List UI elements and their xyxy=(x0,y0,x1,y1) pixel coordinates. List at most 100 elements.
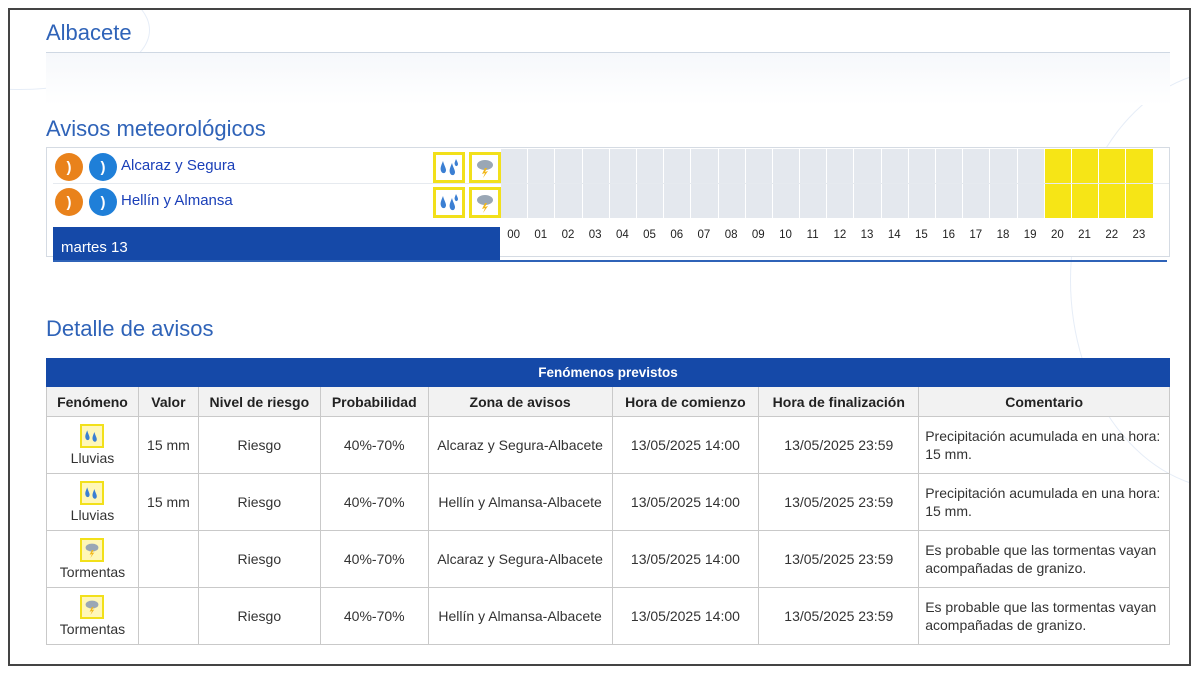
hour-cell-warning[interactable] xyxy=(1099,184,1127,218)
start-cell: 13/05/2025 14:00 xyxy=(611,473,760,531)
hour-label: 01 xyxy=(534,229,548,241)
rain-icon[interactable] xyxy=(433,152,465,183)
hour-label: 04 xyxy=(615,229,629,241)
hour-cell xyxy=(718,149,746,183)
phenomenon-label: Tormentas xyxy=(59,621,126,637)
hour-cell-warning[interactable] xyxy=(1044,184,1072,218)
hour-cell xyxy=(990,184,1018,218)
column-header: Nivel de riesgo xyxy=(197,386,321,417)
hour-label: 19 xyxy=(1023,229,1037,241)
rss-blue-icon[interactable]: ) xyxy=(89,188,117,216)
hour-cell xyxy=(582,184,610,218)
hour-label: 00 xyxy=(507,229,520,241)
zone-link[interactable]: Hellín y Almansa xyxy=(121,192,233,209)
risk-cell: Riesgo xyxy=(197,473,321,531)
phenomenon-label: Tormentas xyxy=(59,564,126,580)
probability-cell: 40%-70% xyxy=(319,473,429,531)
comment-cell: Es probable que las tormentas vayan acom… xyxy=(918,530,1170,588)
start-cell: 13/05/2025 14:00 xyxy=(611,416,760,474)
day-label: martes 13 xyxy=(61,239,128,256)
hour-cell-warning[interactable] xyxy=(1099,149,1127,183)
hour-cell xyxy=(936,149,964,183)
zone-cell: Alcaraz y Segura-Albacete xyxy=(427,416,613,474)
hour-cell xyxy=(854,149,882,183)
hour-cell xyxy=(963,149,991,183)
hour-cell xyxy=(772,184,801,218)
city-panel xyxy=(46,53,1170,105)
phenomenon-label: Lluvias xyxy=(70,450,115,466)
hour-cell xyxy=(745,184,773,218)
hour-cell xyxy=(582,149,610,183)
zone-row: ) ) Hellín y Almansa xyxy=(53,184,1169,219)
hour-cell xyxy=(636,184,665,218)
thunderstorm-icon[interactable] xyxy=(469,152,501,183)
hour-cell xyxy=(501,149,529,183)
hour-cell xyxy=(528,149,556,183)
probability-cell: 40%-70% xyxy=(319,530,429,588)
hour-label: 03 xyxy=(588,229,602,241)
column-header: Hora de finalización xyxy=(758,386,920,417)
hour-label: 18 xyxy=(996,229,1010,241)
table-row: Lluvias 15 mm Riesgo 40%-70% Alcaraz y S… xyxy=(46,416,1170,474)
detail-heading: Detalle de avisos xyxy=(46,316,214,341)
probability-cell: 40%-70% xyxy=(319,416,429,474)
hour-cell-warning[interactable] xyxy=(1126,184,1154,218)
rss-blue-icon[interactable]: ) xyxy=(89,153,117,181)
page-title: Albacete xyxy=(46,20,132,45)
hour-cell xyxy=(881,184,909,218)
hour-cell-warning[interactable] xyxy=(1126,149,1154,183)
comment-cell: Es probable que las tormentas vayan acom… xyxy=(918,587,1170,645)
rss-orange-icon[interactable]: ) xyxy=(55,153,83,181)
hour-label: 17 xyxy=(969,229,983,241)
risk-cell: Riesgo xyxy=(197,416,321,474)
hour-cell xyxy=(800,149,828,183)
thunderstorm-icon xyxy=(80,595,105,619)
hour-cell xyxy=(636,149,665,183)
zone-row: ) ) Alcaraz y Segura xyxy=(53,149,1169,184)
hour-cell-warning[interactable] xyxy=(1071,184,1100,218)
rain-icon xyxy=(80,481,105,505)
zone-link[interactable]: Alcaraz y Segura xyxy=(121,157,235,174)
warnings-heading: Avisos meteorológicos xyxy=(46,116,266,141)
hour-cell xyxy=(908,184,936,218)
column-header: Zona de avisos xyxy=(427,386,613,417)
hour-cell-warning[interactable] xyxy=(1071,149,1100,183)
hour-cell xyxy=(908,149,936,183)
column-header: Probabilidad xyxy=(319,386,429,417)
hour-cell xyxy=(528,184,556,218)
hour-label: 05 xyxy=(643,229,656,241)
day-selector[interactable]: martes 13 xyxy=(53,227,500,261)
hour-cell xyxy=(827,149,855,183)
hour-cell xyxy=(609,184,637,218)
hour-cell xyxy=(990,149,1018,183)
hour-label: 16 xyxy=(942,229,955,241)
value-cell xyxy=(137,587,199,645)
risk-cell: Riesgo xyxy=(197,530,321,588)
hour-cell xyxy=(555,149,583,183)
thunderstorm-icon[interactable] xyxy=(469,187,501,218)
hour-label: 12 xyxy=(833,229,847,241)
table-row: Tormentas Riesgo 40%-70% Alcaraz y Segur… xyxy=(46,530,1170,588)
hour-cells xyxy=(501,184,1154,219)
hour-label: 07 xyxy=(697,229,711,241)
column-header: Comentario xyxy=(918,386,1170,417)
hour-label: 02 xyxy=(561,229,575,241)
hour-cell xyxy=(609,149,637,183)
hour-cell xyxy=(691,149,719,183)
table-group-header: Fenómenos previstos xyxy=(46,358,1170,387)
hour-cell xyxy=(800,184,828,218)
hour-cell xyxy=(827,184,855,218)
hour-label: 22 xyxy=(1105,229,1119,241)
hour-cell xyxy=(718,184,746,218)
hour-label: 20 xyxy=(1050,229,1064,241)
rss-orange-icon[interactable]: ) xyxy=(55,188,83,216)
hour-label: 09 xyxy=(751,229,765,241)
risk-cell: Riesgo xyxy=(197,587,321,645)
phenomenon-label: Lluvias xyxy=(70,507,115,523)
rain-icon[interactable] xyxy=(433,187,465,218)
hour-label: 14 xyxy=(887,229,901,241)
hour-cell-warning[interactable] xyxy=(1044,149,1072,183)
start-cell: 13/05/2025 14:00 xyxy=(611,530,760,588)
hour-cell xyxy=(772,149,801,183)
hour-cell xyxy=(1017,149,1045,183)
